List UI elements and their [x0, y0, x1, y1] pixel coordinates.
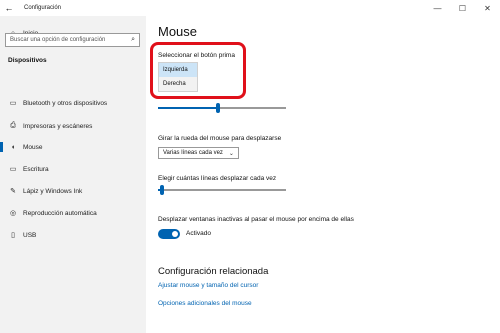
scroll-select[interactable]: Varias líneas cada vez ⌄	[158, 147, 239, 159]
printer-icon: ⎙	[10, 122, 16, 129]
mouse-icon: ◖	[10, 143, 16, 151]
sidebar-item-label: Impresoras y escáneres	[23, 122, 93, 130]
page-title: Mouse	[158, 24, 198, 39]
sidebar-item-bluetooth[interactable]: ▭ Bluetooth y otros dispositivos	[0, 96, 146, 110]
sidebar-item-autoplay[interactable]: ◎ Reproducción automática	[0, 206, 146, 220]
sidebar-item-printers[interactable]: ⎙ Impresoras y escáneres	[0, 119, 146, 133]
sidebar-item-typing[interactable]: ▭ Escritura	[0, 162, 146, 176]
search-icon: ⌕	[131, 36, 135, 43]
inactive-scroll-toggle[interactable]	[158, 229, 180, 239]
highlight-annotation	[150, 42, 246, 99]
scroll-label: Girar la rueda del mouse para desplazars…	[158, 135, 282, 142]
sidebar-item-label: Mouse	[23, 143, 43, 151]
lines-label: Elegir cuántas líneas desplazar cada vez	[158, 175, 277, 182]
sidebar-item-label: Escritura	[23, 165, 49, 173]
toggle-state-label: Activado	[186, 230, 211, 237]
slider-thumb[interactable]	[216, 103, 220, 113]
toggle-knob	[172, 231, 178, 237]
bluetooth-devices-icon: ▭	[9, 100, 17, 107]
search-input[interactable]: Buscar una opción de configuración ⌕	[5, 33, 140, 47]
sidebar-section-title: Dispositivos	[8, 57, 47, 64]
search-placeholder: Buscar una opción de configuración	[10, 37, 106, 43]
autoplay-icon: ◎	[9, 210, 17, 217]
slider-fill	[158, 107, 216, 109]
inactive-scroll-label: Desplazar ventanas inactivas al pasar el…	[158, 216, 354, 223]
slider-track	[158, 189, 286, 191]
sidebar-item-pen[interactable]: ✎ Lápiz y Windows Ink	[0, 184, 146, 198]
keyboard-icon: ▭	[9, 166, 17, 173]
back-arrow-icon[interactable]: ←	[0, 0, 18, 16]
lines-slider[interactable]	[158, 185, 286, 195]
window-title: Configuración	[24, 5, 62, 11]
sidebar-item-mouse[interactable]: ◖ Mouse	[0, 140, 146, 154]
scroll-select-value: Varias líneas cada vez	[163, 150, 223, 156]
sidebar-item-label: USB	[23, 231, 37, 239]
cursor-speed-slider[interactable]	[158, 103, 286, 113]
pen-icon: ✎	[10, 188, 16, 195]
sidebar-item-label: Bluetooth y otros dispositivos	[23, 99, 108, 107]
sidebar-item-label: Lápiz y Windows Ink	[23, 187, 83, 195]
related-settings-title: Configuración relacionada	[158, 266, 269, 277]
sidebar-item-label: Reproducción automática	[23, 209, 97, 217]
usb-icon: ▯	[11, 232, 15, 239]
additional-mouse-options-link[interactable]: Opciones adicionales del mouse	[158, 300, 252, 307]
sidebar-item-usb[interactable]: ▯ USB	[0, 228, 146, 242]
chevron-down-icon: ⌄	[228, 150, 234, 157]
adjust-cursor-link[interactable]: Ajustar mouse y tamaño del cursor	[158, 282, 258, 289]
main-panel: Mouse Seleccionar el botón prima Izquier…	[146, 0, 500, 333]
slider-thumb[interactable]	[160, 185, 164, 195]
